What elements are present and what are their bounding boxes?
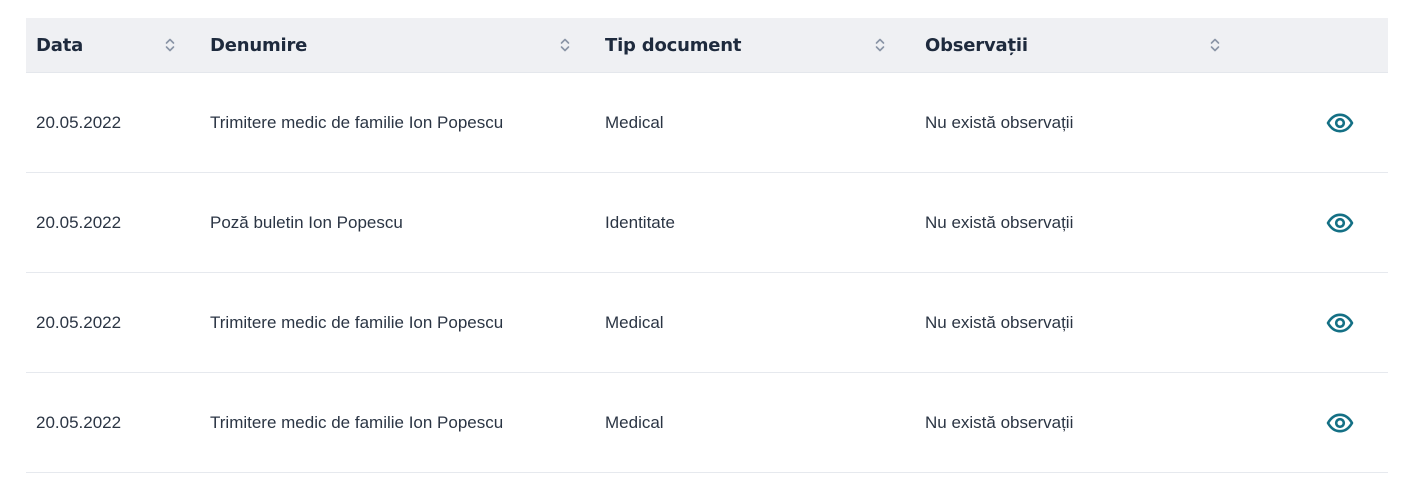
- table-row: 20.05.2022 Poză buletin Ion Popescu Iden…: [26, 173, 1388, 273]
- eye-icon: [1326, 213, 1354, 232]
- cell-actions: [1235, 108, 1388, 138]
- column-header-label: Denumire: [210, 34, 308, 56]
- cell-tip-document: Identitate: [605, 212, 675, 232]
- table-body: 20.05.2022 Trimitere medic de familie Io…: [26, 73, 1388, 473]
- cell-denumire: Poză buletin Ion Popescu: [210, 212, 403, 232]
- column-header-actions: [1235, 18, 1388, 72]
- documents-table: Data Denumire Tip document Observații 20…: [26, 18, 1388, 473]
- column-header-tip-document[interactable]: Tip document: [595, 18, 915, 72]
- view-document-button[interactable]: [1325, 308, 1355, 338]
- cell-observatii: Nu există observații: [925, 412, 1074, 432]
- sort-icon[interactable]: [164, 36, 176, 54]
- column-header-label: Observații: [925, 34, 1028, 56]
- cell-tip-document: Medical: [605, 312, 664, 332]
- column-header-label: Data: [36, 34, 84, 56]
- view-document-button[interactable]: [1325, 408, 1355, 438]
- table-row: 20.05.2022 Trimitere medic de familie Io…: [26, 73, 1388, 173]
- cell-data: 20.05.2022: [36, 312, 122, 332]
- cell-actions: [1235, 308, 1388, 338]
- column-header-observatii[interactable]: Observații: [915, 18, 1235, 72]
- cell-data: 20.05.2022: [36, 412, 122, 432]
- cell-tip-document: Medical: [605, 412, 664, 432]
- cell-observatii: Nu există observații: [925, 212, 1074, 232]
- sort-icon[interactable]: [874, 36, 886, 54]
- sort-icon[interactable]: [559, 36, 571, 54]
- view-document-button[interactable]: [1325, 108, 1355, 138]
- eye-icon: [1326, 413, 1354, 432]
- cell-denumire: Trimitere medic de familie Ion Popescu: [210, 412, 504, 432]
- table-row: 20.05.2022 Trimitere medic de familie Io…: [26, 273, 1388, 373]
- cell-observatii: Nu există observații: [925, 312, 1074, 332]
- cell-actions: [1235, 408, 1388, 438]
- cell-denumire: Trimitere medic de familie Ion Popescu: [210, 312, 504, 332]
- cell-actions: [1235, 208, 1388, 238]
- cell-data: 20.05.2022: [36, 112, 122, 132]
- cell-data: 20.05.2022: [36, 212, 122, 232]
- cell-denumire: Trimitere medic de familie Ion Popescu: [210, 112, 504, 132]
- eye-icon: [1326, 313, 1354, 332]
- view-document-button[interactable]: [1325, 208, 1355, 238]
- table-row: 20.05.2022 Trimitere medic de familie Io…: [26, 373, 1388, 473]
- cell-tip-document: Medical: [605, 112, 664, 132]
- column-header-data[interactable]: Data: [26, 18, 200, 72]
- sort-icon[interactable]: [1209, 36, 1221, 54]
- table-header: Data Denumire Tip document Observații: [26, 18, 1388, 73]
- cell-observatii: Nu există observații: [925, 112, 1074, 132]
- column-header-denumire[interactable]: Denumire: [200, 18, 595, 72]
- column-header-label: Tip document: [605, 34, 742, 56]
- eye-icon: [1326, 113, 1354, 132]
